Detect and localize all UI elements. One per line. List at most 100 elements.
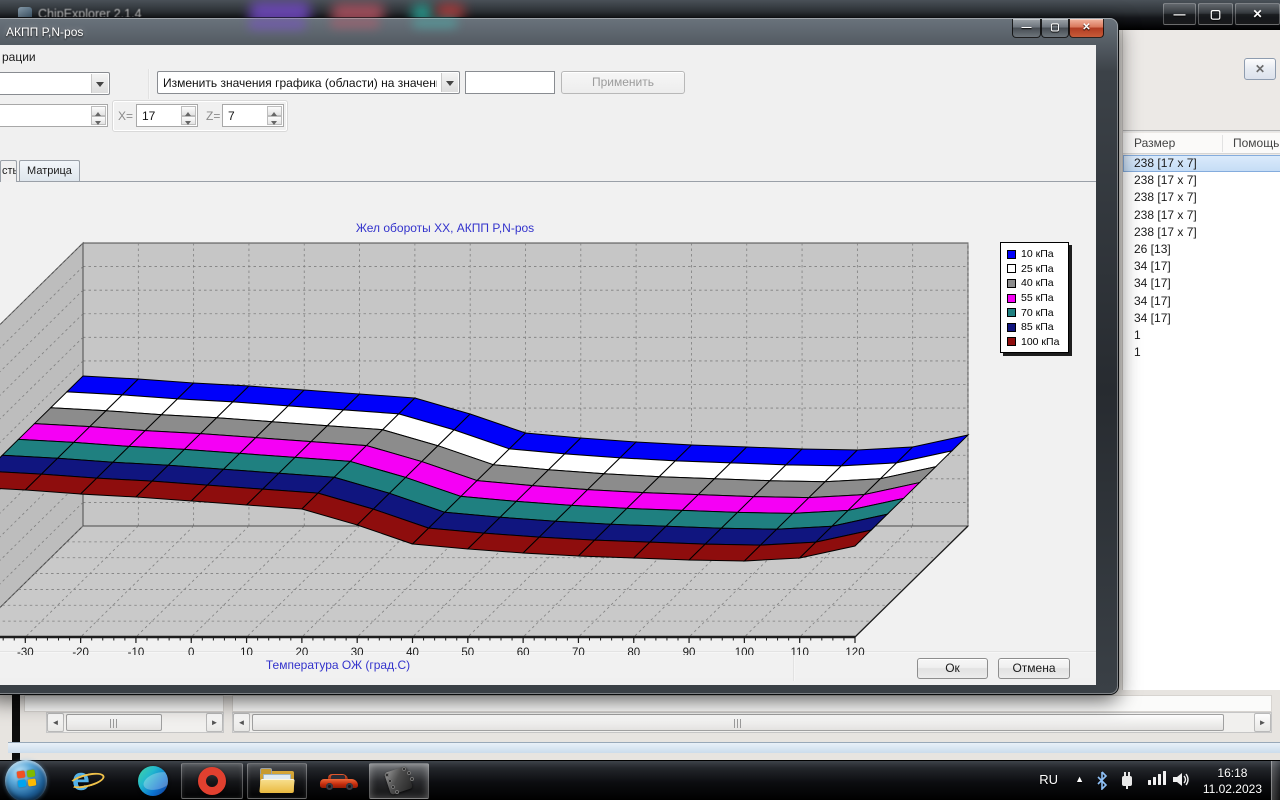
tray-time: 16:18 xyxy=(1203,765,1262,781)
list-header[interactable]: Размер Помощь xyxy=(1123,133,1280,154)
table-row[interactable]: 238 [17 x 7] xyxy=(1123,155,1280,172)
dialog-client-area: рации Изменить значения графика (области… xyxy=(0,45,1096,685)
car-app-icon[interactable] xyxy=(320,772,358,800)
x-tick-label: 50 xyxy=(461,647,474,655)
dialog-window: АКПП P,N-pos — ▢ ✕ рации Изменить значен… xyxy=(0,18,1118,694)
signal-bars-icon[interactable] xyxy=(1148,771,1166,785)
table-row[interactable]: 238 [17 x 7] xyxy=(1123,207,1280,224)
footer-divider xyxy=(793,655,795,681)
column-help[interactable]: Помощь xyxy=(1233,136,1279,150)
scroll-left-icon[interactable]: ◄ xyxy=(233,713,250,732)
operations-group-label: рации xyxy=(2,50,36,64)
spin-down-icon[interactable] xyxy=(181,116,196,126)
show-desktop-button[interactable] xyxy=(1271,761,1280,800)
scroll-right-icon[interactable]: ► xyxy=(206,713,223,732)
z-spinner[interactable]: 7 xyxy=(222,104,284,127)
legend-entry: 85 кПа xyxy=(1007,320,1068,335)
x-tick-label: 10 xyxy=(240,647,253,655)
chevron-down-icon[interactable] xyxy=(441,73,458,92)
table-row[interactable]: 1 xyxy=(1123,344,1280,361)
start-button[interactable] xyxy=(5,760,47,800)
scroll-left-icon[interactable]: ◄ xyxy=(47,713,64,732)
main-maximize-button[interactable]: ▢ xyxy=(1198,3,1233,25)
status-strip xyxy=(8,742,1280,753)
column-divider[interactable] xyxy=(1222,135,1223,152)
dialog-maximize-button[interactable]: ▢ xyxy=(1041,19,1069,38)
language-indicator[interactable]: RU xyxy=(1039,772,1058,787)
hidden-icons-chevron-icon[interactable]: ▲ xyxy=(1075,774,1084,784)
legend-entry: 25 кПа xyxy=(1007,262,1068,277)
surface-chart[interactable]: -30-20-100102030405060708090100110120 xyxy=(0,200,1096,655)
apply-button[interactable]: Применить xyxy=(561,71,685,94)
x-tick-label: -10 xyxy=(128,647,145,655)
spin-up-icon[interactable] xyxy=(91,106,106,116)
tab-surface[interactable]: сть xyxy=(0,160,17,182)
spin-down-icon[interactable] xyxy=(91,116,106,126)
right-pane-hscrollbar[interactable]: ◄ ► xyxy=(232,712,1272,733)
edge-icon[interactable] xyxy=(138,766,168,800)
legend-entry: 55 кПа xyxy=(1007,291,1068,306)
action-combo[interactable]: Изменить значения графика (области) на з… xyxy=(157,71,460,94)
legend-label: 85 кПа xyxy=(1021,321,1054,333)
internet-explorer-icon[interactable]: e xyxy=(72,761,106,800)
clock[interactable]: 16:18 11.02.2023 xyxy=(1203,765,1262,797)
panel-separator xyxy=(1123,130,1280,132)
table-row[interactable]: 238 [17 x 7] xyxy=(1123,189,1280,206)
bluetooth-icon[interactable] xyxy=(1096,771,1108,790)
chevron-down-icon[interactable] xyxy=(91,74,108,93)
table-row[interactable]: 26 [13] xyxy=(1123,241,1280,258)
main-window-bottom: ◄ ► ◄ ► xyxy=(0,690,1280,760)
legend-entry: 40 кПа xyxy=(1007,276,1068,291)
x-tick-label: 0 xyxy=(188,647,194,655)
main-close-button[interactable]: ✕ xyxy=(1235,3,1280,25)
dialog-title: АКПП P,N-pos xyxy=(6,25,83,39)
value-spinner[interactable] xyxy=(0,104,108,127)
x-tick-label: 30 xyxy=(351,647,364,655)
system-tray: RU ▲ 16:18 11.02.2023 xyxy=(980,761,1280,800)
x-tick-label: 120 xyxy=(845,647,864,655)
legend-swatch xyxy=(1007,264,1016,273)
value-input[interactable] xyxy=(465,71,555,94)
scrollbar-thumb[interactable] xyxy=(252,714,1224,731)
action-combo-value: Изменить значения графика (области) на з… xyxy=(163,76,437,90)
scroll-right-icon[interactable]: ► xyxy=(1254,713,1271,732)
scrollbar-thumb[interactable] xyxy=(66,714,162,731)
table-row[interactable]: 238 [17 x 7] xyxy=(1123,224,1280,241)
pane-edge xyxy=(24,695,224,712)
cancel-button[interactable]: Отмена xyxy=(998,658,1070,679)
column-size[interactable]: Размер xyxy=(1134,136,1175,150)
x-tick-label: 40 xyxy=(406,647,419,655)
panel-close-icon[interactable]: ✕ xyxy=(1244,58,1276,80)
dialog-minimize-button[interactable]: — xyxy=(1012,19,1041,38)
main-minimize-button[interactable]: — xyxy=(1163,3,1196,25)
chipexplorer-taskbar-button[interactable] xyxy=(369,763,429,799)
table-row[interactable]: 1 xyxy=(1123,327,1280,344)
opera-taskbar-button[interactable] xyxy=(181,763,243,799)
spin-down-icon[interactable] xyxy=(267,116,282,126)
chart-title: Жел обороты ХХ, АКПП P,N-pos xyxy=(245,221,645,235)
table-row[interactable]: 238 [17 x 7] xyxy=(1123,172,1280,189)
table-row[interactable]: 34 [17] xyxy=(1123,310,1280,327)
toolbar-divider xyxy=(148,69,150,99)
sizes-panel: ✕ Размер Помощь 238 [17 x 7]238 [17 x 7]… xyxy=(1122,30,1280,697)
table-row[interactable]: 34 [17] xyxy=(1123,275,1280,292)
x-tick-label: 80 xyxy=(627,647,640,655)
table-row[interactable]: 34 [17] xyxy=(1123,258,1280,275)
tab-matrix[interactable]: Матрица xyxy=(19,160,80,181)
spin-up-icon[interactable] xyxy=(267,106,282,116)
x-tick-label: 60 xyxy=(517,647,530,655)
table-row[interactable]: 34 [17] xyxy=(1123,293,1280,310)
dialog-close-button[interactable]: ✕ xyxy=(1069,19,1104,38)
explorer-taskbar-button[interactable] xyxy=(247,763,307,799)
power-plug-icon[interactable] xyxy=(1118,771,1136,789)
left-combo[interactable] xyxy=(0,72,110,95)
spin-up-icon[interactable] xyxy=(181,106,196,116)
legend-entry: 100 кПа xyxy=(1007,335,1068,350)
speaker-icon[interactable] xyxy=(1172,771,1192,788)
legend-label: 70 кПа xyxy=(1021,307,1054,319)
x-spinner[interactable]: 17 xyxy=(136,104,198,127)
ok-button[interactable]: Ок xyxy=(917,658,988,679)
pane-edge xyxy=(232,695,1272,712)
left-pane-hscrollbar[interactable]: ◄ ► xyxy=(46,712,224,733)
opera-icon xyxy=(198,767,226,795)
